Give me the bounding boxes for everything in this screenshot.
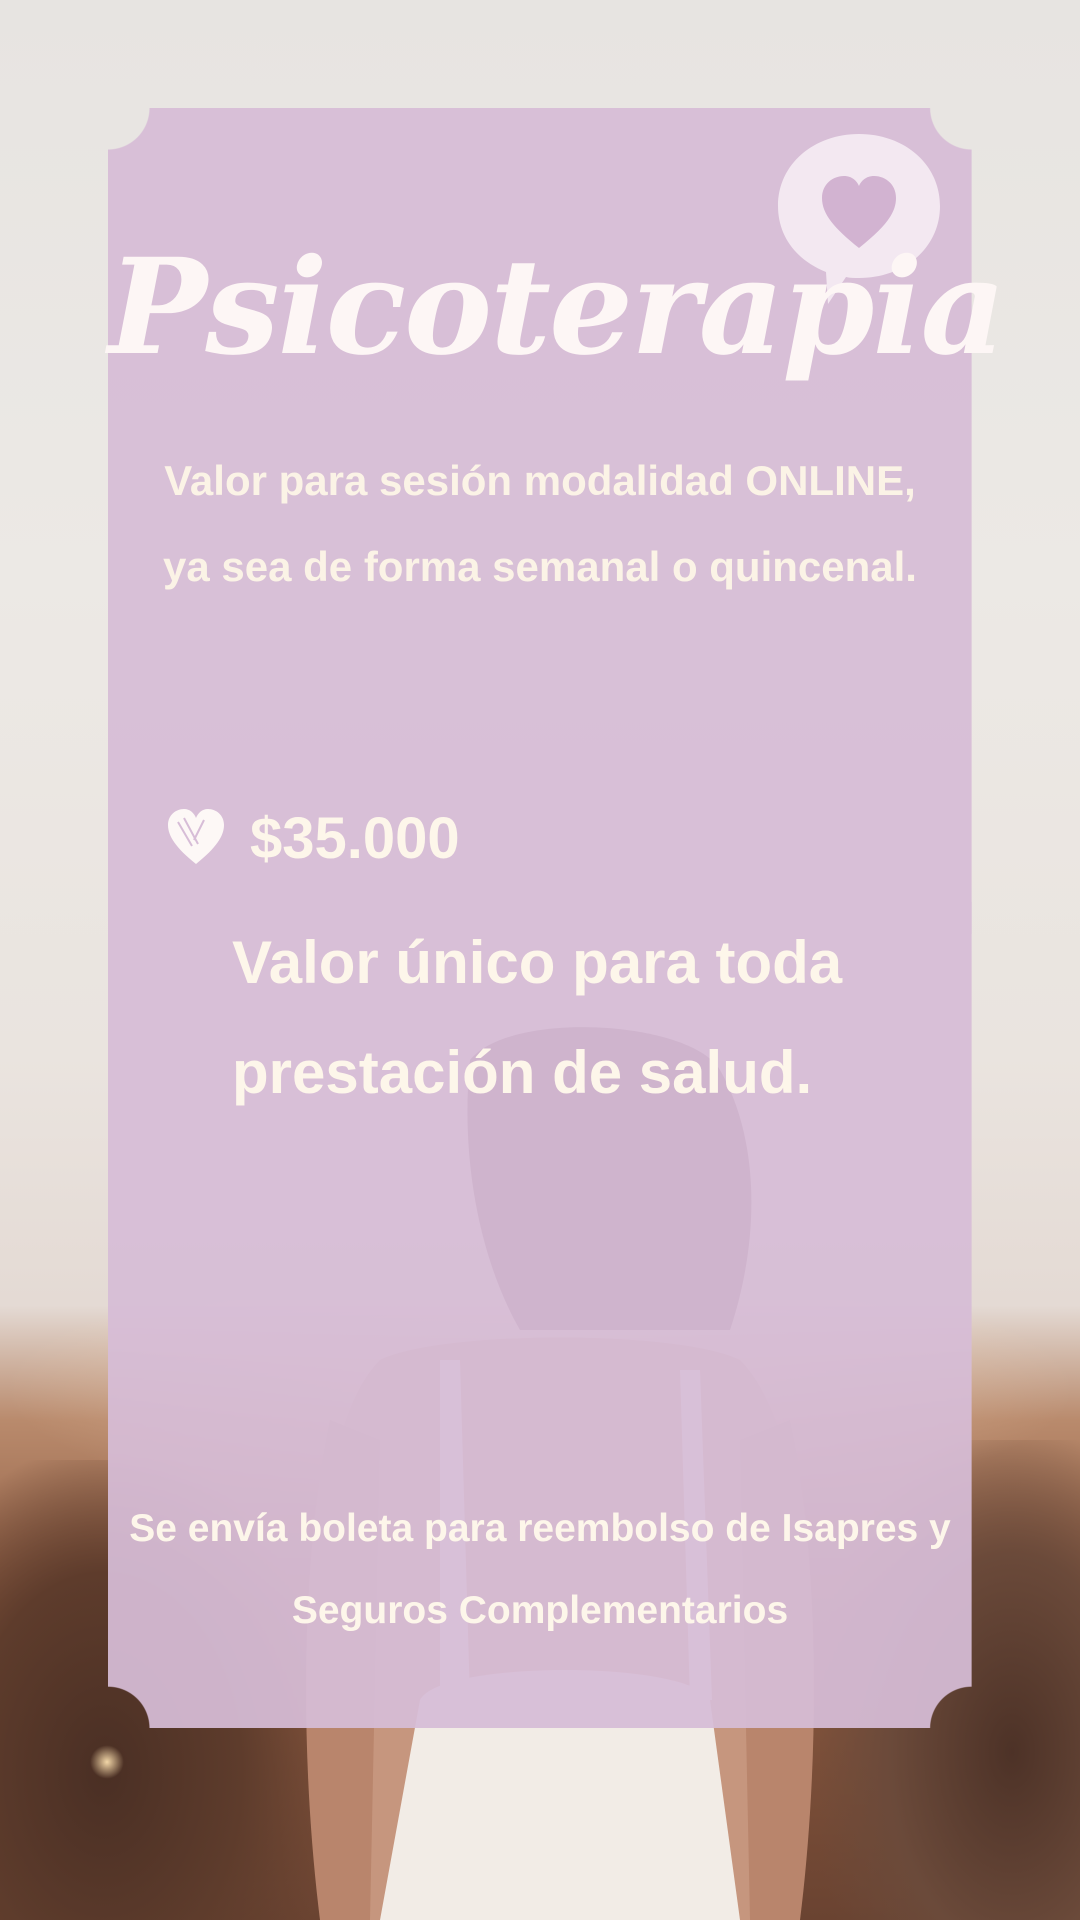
single-value-note: Valor único para toda prestación de salu… [232, 929, 843, 1106]
session-description: Valor para sesión modalidad ONLINE, ya s… [163, 457, 917, 590]
heart-icon [168, 809, 224, 864]
price-row: $35.000 [164, 798, 460, 878]
page-title: Psicoterapia [108, 230, 1006, 385]
info-card-content: Psicoterapia Valor para sesión modalidad… [108, 108, 1006, 1728]
price-value: $35.000 [250, 805, 460, 871]
reimbursement-note: Se envía boleta para reembolso de Isapre… [129, 1507, 951, 1632]
